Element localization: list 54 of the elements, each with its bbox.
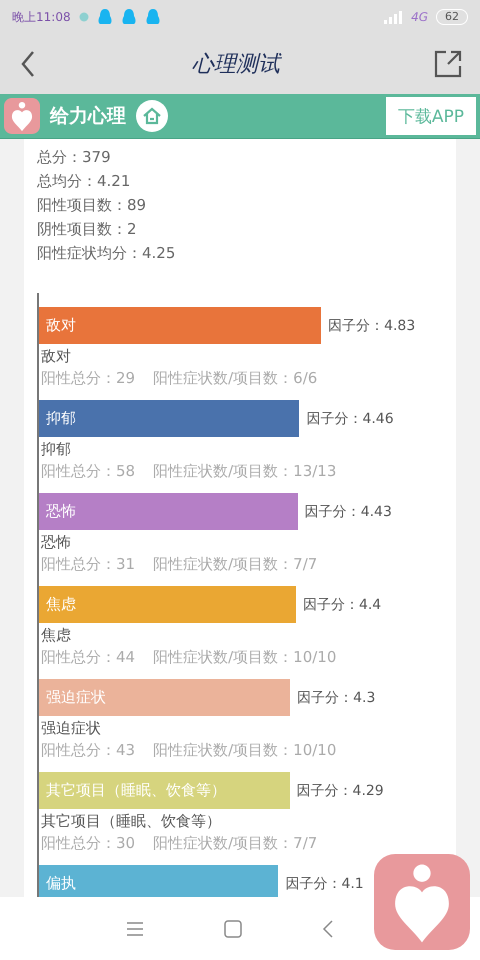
factor-name: 恐怖 (40, 533, 72, 552)
factor-bar: 恐怖 (39, 493, 298, 530)
summary-line: 总分：379 (37, 147, 112, 167)
factor-name: 抑郁 (40, 440, 72, 459)
page-title: 心理测试 (192, 51, 280, 79)
factor-name: 焦虑 (40, 626, 72, 645)
factor-name: 敌对 (40, 347, 72, 366)
factor-bar: 抑郁 (39, 400, 300, 437)
summary-line: 阳性症状均分：4.25 (37, 243, 176, 263)
positive-total: 阳性总分：58 (41, 462, 136, 481)
summary-line: 阳性项目数：89 (37, 195, 148, 215)
symptom-ratio: 阳性症状数/项目数：13/13 (153, 462, 336, 481)
positive-total: 阳性总分：31 (41, 555, 136, 574)
symptom-ratio: 阳性症状数/项目数：7/7 (153, 834, 318, 853)
menu-icon[interactable] (126, 922, 144, 936)
download-app-button[interactable]: 下载APP (386, 97, 476, 135)
factor-score: 因子分：4.4 (302, 596, 382, 614)
factor-score: 因子分：4.83 (328, 316, 416, 334)
factor-score: 因子分：4.46 (306, 410, 394, 428)
positive-total: 阳性总分：29 (41, 369, 136, 388)
factor-score: 因子分：4.1 (285, 874, 364, 892)
factor-bar: 偏执 (39, 865, 278, 897)
network-type: 4G (411, 10, 428, 24)
home-button-icon[interactable] (224, 920, 242, 938)
app-logo-button[interactable] (374, 854, 470, 950)
factor-score: 因子分：4.43 (304, 502, 392, 520)
symptom-ratio: 阳性症状数/项目数：6/6 (153, 369, 318, 388)
penguin-icon (120, 8, 137, 26)
factor-bar: 敌对 (39, 307, 322, 344)
back-icon[interactable] (322, 920, 334, 938)
circle-icon (78, 12, 89, 22)
brand-name: 给力心理 (50, 104, 126, 129)
factor-score: 因子分：4.29 (296, 782, 384, 800)
penguin-icon (144, 8, 161, 26)
summary-line: 总均分：4.21 (37, 171, 132, 191)
penguin-icon (96, 8, 113, 26)
signal-icon (383, 10, 404, 24)
symptom-ratio: 阳性症状数/项目数：7/7 (153, 555, 318, 574)
factor-bar: 强迫症状 (39, 679, 290, 716)
factor-name: 其它项目（睡眠、饮食等） (40, 812, 222, 831)
app-logo (4, 98, 40, 134)
factor-score: 因子分：4.3 (297, 688, 376, 706)
factor-name: 强迫症状 (40, 719, 102, 738)
factor-bar: 焦虑 (39, 586, 296, 623)
symptom-ratio: 阳性症状数/项目数：10/10 (153, 648, 336, 667)
symptom-ratio: 阳性症状数/项目数：10/10 (153, 741, 336, 760)
factor-bar: 其它项目（睡眠、饮食等） (39, 772, 290, 809)
home-icon[interactable] (136, 100, 168, 132)
positive-total: 阳性总分：44 (41, 648, 136, 667)
positive-total: 阳性总分：30 (41, 834, 136, 853)
summary-line: 阴性项目数：2 (37, 219, 138, 239)
status-time: 晚上11:08 (12, 8, 71, 26)
positive-total: 阳性总分：43 (41, 741, 136, 760)
battery-level: 62 (436, 9, 468, 25)
